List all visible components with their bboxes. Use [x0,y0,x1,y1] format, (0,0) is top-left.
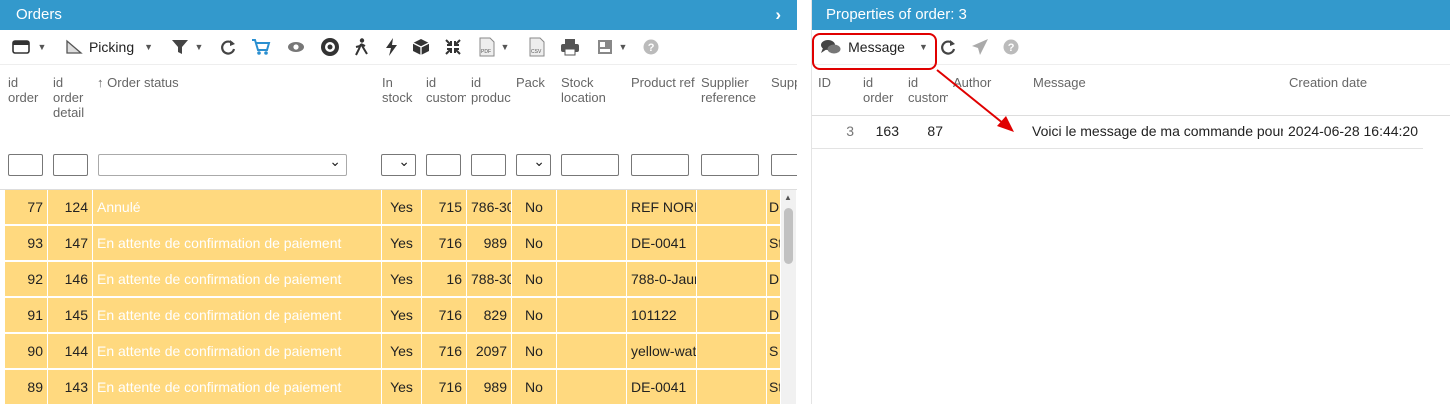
annotation-arrow [936,69,1014,132]
